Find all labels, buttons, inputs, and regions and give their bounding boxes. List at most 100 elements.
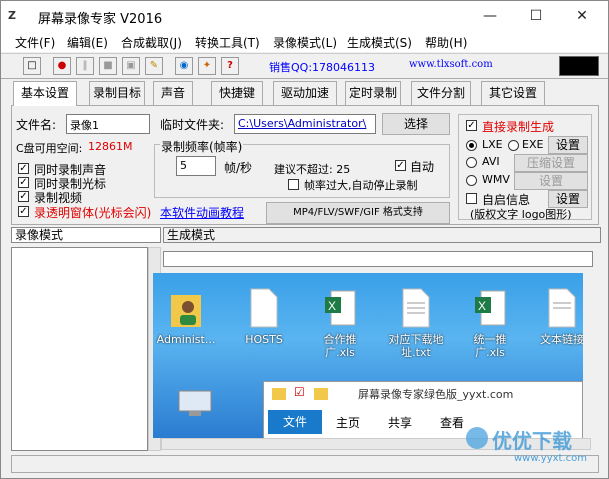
text-file-icon: [545, 287, 579, 329]
check-icon: ☑: [294, 385, 305, 399]
timeline-ruler[interactable]: [163, 251, 593, 267]
menu-bar: 文件(F) 编辑(E) 合成截取(J) 转换工具(T) 录像模式(L) 生成模式…: [1, 31, 608, 52]
record-video-checkbox[interactable]: ✓: [18, 191, 29, 202]
excel-icon: X: [323, 287, 357, 329]
tab-other[interactable]: 其它设置: [481, 81, 545, 105]
menu-help[interactable]: 帮助(H): [425, 34, 467, 51]
desktop-icon-download-txt: 对应下载地址.txt: [385, 279, 447, 359]
tab-sound[interactable]: 声音: [153, 81, 193, 105]
preview-box: [559, 56, 599, 76]
settings-tabs: 基本设置 录制目标 声音 快捷键 驱动加速 定时录制 文件分割 其它设置: [11, 81, 601, 106]
menu-record-mode[interactable]: 录像模式(L): [273, 34, 337, 51]
folder-icon: [314, 388, 328, 400]
tempdir-input[interactable]: C:\Users\Administrator\: [234, 114, 376, 134]
transparent-window-label: 录透明窗体(光标会闪): [34, 206, 152, 220]
max-suggest-label: 建议不超过: 25: [274, 163, 351, 176]
camera-icon[interactable]: ▣: [122, 57, 140, 75]
text-file-icon: [399, 287, 433, 329]
tab-split[interactable]: 文件分割: [411, 81, 471, 105]
explorer-title: 屏幕录像专家绿色版_yyxt.com: [358, 388, 514, 401]
title-bar: Z 屏幕录像专家 V2016 — ☐ ✕: [1, 1, 608, 31]
maximize-button[interactable]: ☐: [513, 1, 559, 31]
watermark-url: www.yyxt.com: [514, 453, 588, 464]
brush-icon[interactable]: ✎: [145, 57, 163, 75]
copyright-note: (版权文字 logo图形): [470, 208, 572, 221]
explorer-tab-share[interactable]: 共享: [388, 414, 412, 431]
watermark: 优优下载 www.yyxt.com: [466, 425, 606, 469]
browse-button[interactable]: 选择: [382, 113, 450, 135]
record-sound-checkbox[interactable]: ✓: [18, 163, 29, 174]
desktop-icon-label: 对应下载地址.txt: [388, 333, 444, 359]
menu-edit[interactable]: 编辑(E): [67, 34, 108, 51]
transparent-window-checkbox[interactable]: ✓: [18, 206, 29, 217]
disk-space-value: 12861M: [88, 140, 133, 153]
desktop-icon-coop-xls: X 合作推广.xls: [309, 279, 371, 359]
computer-icon: [175, 389, 215, 419]
desktop-icon-label: 合作推广.xls: [323, 333, 357, 359]
direct-gen-label: 直接录制生成: [482, 120, 555, 134]
avi-label: AVI: [482, 155, 500, 168]
auto-label: 自动: [410, 160, 435, 174]
basic-settings-panel: 文件名: 录像1 临时文件夹: C:\Users\Administrator\ …: [11, 105, 599, 225]
direct-gen-checkbox[interactable]: ✓: [466, 120, 477, 131]
desktop-icon-hosts: HOSTS: [233, 279, 295, 349]
auto-stop-checkbox[interactable]: [288, 179, 299, 190]
auto-checkbox[interactable]: ✓: [395, 160, 406, 171]
settings-button[interactable]: 设置: [548, 136, 588, 154]
window-title: 屏幕录像专家 V2016: [38, 12, 163, 27]
menu-file[interactable]: 文件(F): [15, 34, 55, 51]
excel-icon: X: [473, 287, 507, 329]
framerate-unit: 帧/秒: [224, 161, 253, 175]
close-button[interactable]: ✕: [559, 1, 605, 31]
tab-driver[interactable]: 驱动加速: [273, 81, 337, 105]
tab-record-mode[interactable]: 录像模式: [11, 227, 161, 243]
menu-gen-mode[interactable]: 生成模式(S): [347, 34, 412, 51]
framerate-input[interactable]: 5: [176, 156, 216, 176]
desktop-icon-label: Administ...: [156, 333, 216, 346]
desktop-icon-label: HOSTS: [245, 333, 283, 346]
record-cursor-checkbox[interactable]: ✓: [18, 177, 29, 188]
wmv-radio[interactable]: [466, 175, 477, 186]
explorer-tab-file[interactable]: 文件: [268, 410, 322, 434]
exe-label: EXE: [522, 138, 544, 151]
tab-target[interactable]: 录制目标: [89, 81, 145, 105]
minimize-button[interactable]: —: [467, 1, 513, 31]
app-icon: Z: [8, 9, 16, 22]
svg-text:X: X: [328, 299, 336, 313]
watermark-text: 优优下载: [492, 429, 572, 453]
explorer-tab-view[interactable]: 查看: [440, 414, 464, 431]
format-support-button[interactable]: MP4/FLV/SWF/GIF 格式支持: [266, 202, 450, 224]
desktop-icon-promo-xls: X 统一推广.xls: [459, 279, 521, 359]
filename-input[interactable]: 录像1: [66, 114, 150, 134]
stop-icon[interactable]: ■: [99, 57, 117, 75]
pause-icon[interactable]: ‖: [76, 57, 94, 75]
menu-compose[interactable]: 合成截取(J): [121, 34, 182, 51]
tab-gen-mode[interactable]: 生成模式: [163, 227, 601, 243]
tab-basic[interactable]: 基本设置: [13, 81, 77, 106]
new-file-icon[interactable]: □: [23, 57, 41, 75]
tab-hotkeys[interactable]: 快捷键: [211, 81, 263, 105]
exe-radio[interactable]: [508, 140, 519, 151]
toolbar: □ ● ‖ ■ ▣ ✎ ◉ ✦ ? 销售QQ:178046113 www.tlx…: [1, 53, 608, 79]
avi-radio[interactable]: [466, 157, 477, 168]
explorer-tab-home[interactable]: 主页: [336, 414, 360, 431]
tab-timer[interactable]: 定时录制: [345, 81, 401, 105]
autoinfo-checkbox[interactable]: [466, 193, 477, 204]
help-icon[interactable]: ?: [221, 57, 239, 75]
gift-icon[interactable]: ✦: [198, 57, 216, 75]
record-icon[interactable]: ●: [53, 57, 71, 75]
main-window: Z 屏幕录像专家 V2016 — ☐ ✕ 文件(F) 编辑(E) 合成截取(J)…: [0, 0, 609, 479]
record-mode-list: [11, 247, 148, 451]
menu-convert[interactable]: 转换工具(T): [195, 34, 260, 51]
desktop-icon-admin: Administ...: [155, 279, 217, 349]
wmv-settings-button[interactable]: 设置: [514, 172, 588, 190]
compress-settings-button[interactable]: 压缩设置: [514, 154, 588, 172]
lxe-radio[interactable]: [466, 140, 477, 151]
lxe-label: LXE: [482, 138, 503, 151]
tutorial-link[interactable]: 本软件动画教程: [160, 204, 244, 221]
globe-icon[interactable]: ◉: [175, 57, 193, 75]
website-link[interactable]: www.tlxsoft.com: [409, 59, 493, 70]
wmv-label: WMV: [482, 173, 510, 186]
folder-icon: [272, 388, 286, 400]
desktop-icon-label: 统一推广.xls: [473, 333, 507, 359]
